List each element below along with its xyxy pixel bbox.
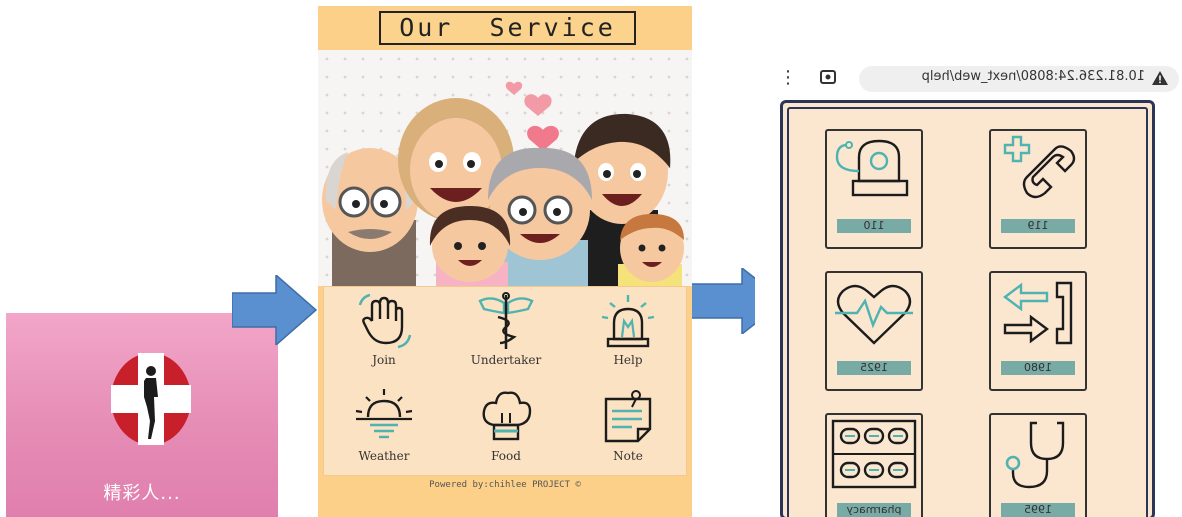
family-illustration-art [322, 81, 684, 286]
note-label: Note [613, 449, 643, 463]
emergency-phone-icon [1003, 135, 1076, 199]
powered-by-footer: Powered by:chihlee PROJECT © [429, 480, 581, 490]
help-label: Help [613, 353, 643, 367]
help-grid-frame: 110 119 1925 1980 pharmacy 1995 [780, 100, 1155, 517]
tab-icon[interactable] [819, 68, 837, 86]
note-button[interactable]: Note [568, 387, 688, 482]
note-icon [604, 390, 652, 443]
service-grid: Join Undertaker Help Weather Food Note [323, 286, 687, 476]
card-1995[interactable]: 1995 [989, 413, 1087, 517]
service-screen: Our Service Join Undertaker Help Weather… [318, 6, 692, 517]
card-110[interactable]: 110 [825, 129, 923, 249]
pills-icon [831, 419, 917, 489]
undertaker-label: Undertaker [470, 353, 542, 367]
card-number: 110 [837, 219, 911, 233]
browser-url-bar: ⋮ 10.81.236.24:8080/next_web/help [755, 58, 1182, 98]
card-number: 119 [1001, 219, 1075, 233]
card-119[interactable]: 119 [989, 129, 1087, 249]
weather-button[interactable]: Weather [324, 387, 444, 482]
join-button[interactable]: Join [324, 291, 444, 386]
card-1980[interactable]: 1980 [989, 271, 1087, 391]
food-button[interactable]: Food [446, 387, 566, 482]
heartbeat-icon [835, 284, 913, 345]
warning-icon[interactable] [1151, 70, 1169, 86]
call-transfer-icon [1003, 281, 1073, 345]
join-label: Join [372, 353, 396, 367]
weather-label: Weather [358, 449, 410, 463]
more-menu-icon[interactable]: ⋮ [779, 69, 797, 89]
card-number: 1980 [1001, 361, 1075, 375]
food-label: Food [491, 449, 521, 463]
caduceus-icon [478, 292, 534, 349]
card-1925[interactable]: 1925 [825, 271, 923, 391]
siren-icon [601, 295, 655, 348]
arrow-right-icon [232, 275, 318, 345]
card-number: 1995 [1001, 503, 1075, 517]
help-button[interactable]: Help [568, 291, 688, 386]
app-logo-icon [111, 353, 191, 445]
address-text: 10.81.236.24:8080/next_web/help [921, 69, 1145, 84]
card-number: pharmacy [837, 503, 911, 517]
service-header: Our Service [318, 6, 692, 50]
chef-hat-icon [482, 391, 532, 441]
sunrise-icon [355, 389, 413, 439]
page-title: Our Service [379, 11, 636, 45]
undertaker-button[interactable]: Undertaker [446, 291, 566, 386]
raised-hand-icon [358, 293, 412, 349]
police-siren-icon [835, 139, 909, 197]
app-label: 精彩人... [103, 483, 181, 504]
stethoscope-icon [1005, 421, 1065, 489]
help-screen: ⋮ 10.81.236.24:8080/next_web/help 110 11… [755, 58, 1182, 517]
family-illustration [318, 50, 692, 286]
card-number: 1925 [837, 361, 911, 375]
card-pharmacy[interactable]: pharmacy [825, 413, 923, 517]
